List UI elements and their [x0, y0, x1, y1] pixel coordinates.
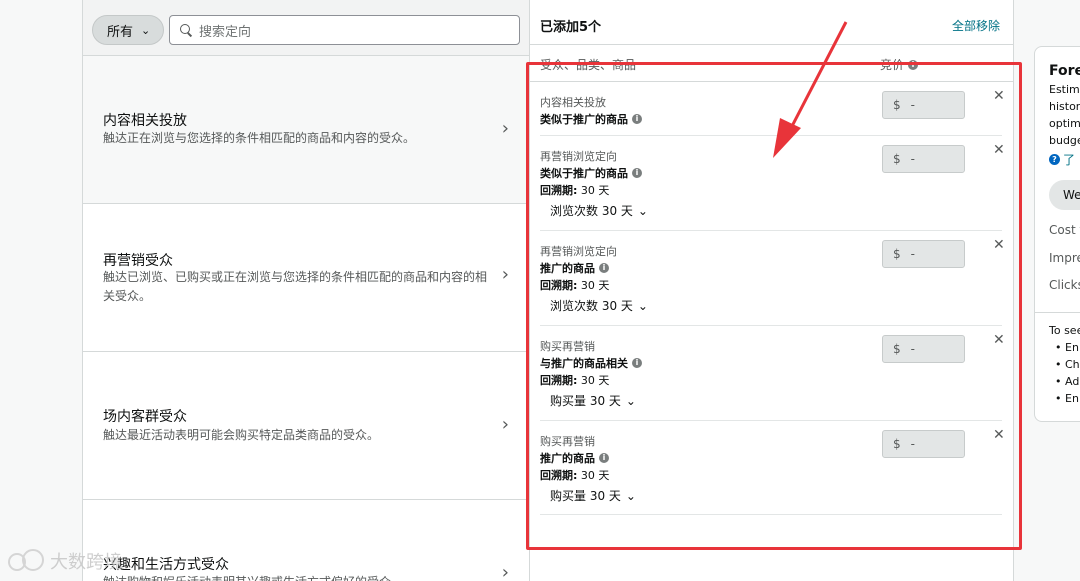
watermark: 大数跨境	[8, 548, 122, 574]
watermark-text: 大数跨境	[50, 552, 122, 573]
annotation-arrow	[773, 21, 848, 158]
watermark-logo-icon	[8, 549, 44, 573]
